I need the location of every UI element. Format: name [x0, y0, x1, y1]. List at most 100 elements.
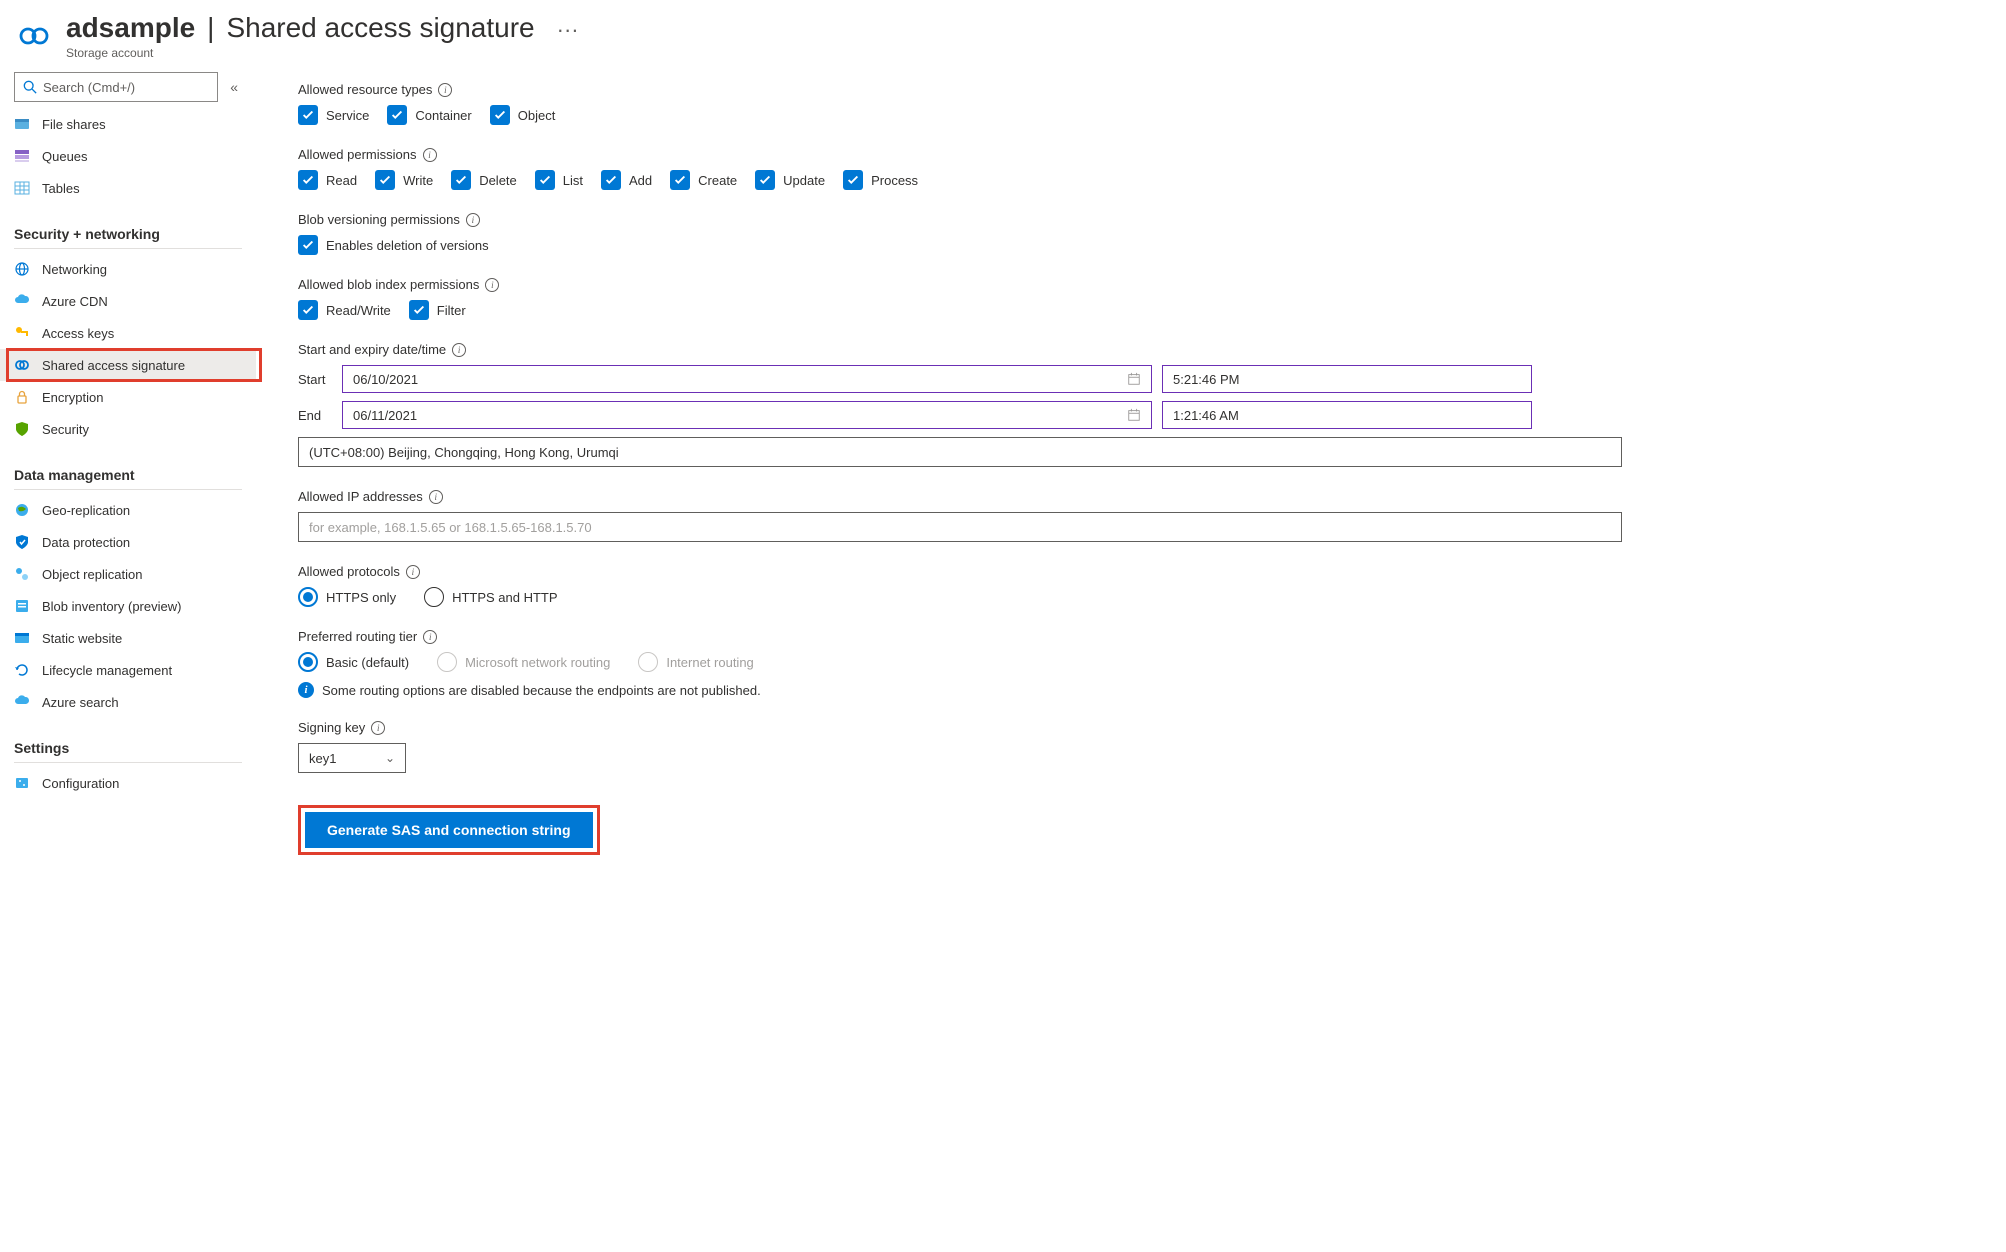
highlight-annotation: Generate SAS and connection string — [298, 805, 600, 855]
label-blob-versioning: Blob versioning permissions — [298, 212, 460, 227]
label-signing-key: Signing key — [298, 720, 365, 735]
sidebar-item-encryption[interactable]: Encryption — [0, 381, 256, 413]
signing-key-select[interactable]: key1 ⌄ — [298, 743, 406, 773]
radio-internet-routing: Internet routing — [638, 652, 753, 672]
info-icon[interactable]: i — [371, 721, 385, 735]
checkbox-create[interactable]: Create — [670, 170, 737, 190]
chevron-down-icon: ⌄ — [385, 751, 395, 765]
sidebar: Search (Cmd+/) « File shares Queues Tabl… — [0, 64, 256, 885]
sidebar-item-configuration[interactable]: Configuration — [0, 767, 256, 799]
account-name: adsample — [66, 12, 195, 44]
checkbox-read[interactable]: Read — [298, 170, 357, 190]
checkbox-index-readwrite[interactable]: Read/Write — [298, 300, 391, 320]
sidebar-item-networking[interactable]: Networking — [0, 253, 256, 285]
sidebar-item-file-shares[interactable]: File shares — [0, 108, 256, 140]
website-icon — [14, 630, 30, 646]
label-start-expiry: Start and expiry date/time — [298, 342, 446, 357]
replication-icon — [14, 566, 30, 582]
checkbox-service[interactable]: Service — [298, 105, 369, 125]
cloud-search-icon — [14, 694, 30, 710]
sidebar-item-queues[interactable]: Queues — [0, 140, 256, 172]
calendar-icon — [1127, 408, 1141, 422]
end-date-input[interactable]: 06/11/2021 — [342, 401, 1152, 429]
checkbox-write[interactable]: Write — [375, 170, 433, 190]
allowed-ip-input[interactable]: for example, 168.1.5.65 or 168.1.5.65-16… — [298, 512, 1622, 542]
sidebar-section-security: Security + networking — [0, 204, 256, 248]
radio-https-and-http[interactable]: HTTPS and HTTP — [424, 587, 557, 607]
info-filled-icon: i — [298, 682, 314, 698]
lifecycle-icon — [14, 662, 30, 678]
sidebar-item-blob-inventory[interactable]: Blob inventory (preview) — [0, 590, 256, 622]
checkbox-container[interactable]: Container — [387, 105, 471, 125]
label-allowed-protocols: Allowed protocols — [298, 564, 400, 579]
sas-header-icon — [16, 18, 52, 54]
queues-icon — [14, 148, 30, 164]
main-content: Allowed resource types i Service Contain… — [256, 64, 2006, 885]
start-time-input[interactable]: 5:21:46 PM — [1162, 365, 1532, 393]
sidebar-item-security[interactable]: Security — [0, 413, 256, 445]
routing-info-message: i Some routing options are disabled beca… — [298, 682, 2006, 698]
sidebar-item-data-protection[interactable]: Data protection — [0, 526, 256, 558]
end-label: End — [298, 408, 332, 423]
generate-sas-button[interactable]: Generate SAS and connection string — [305, 812, 593, 848]
checkbox-delete-versions[interactable]: Enables deletion of versions — [298, 235, 489, 255]
info-icon[interactable]: i — [406, 565, 420, 579]
search-input[interactable]: Search (Cmd+/) — [14, 72, 218, 102]
info-icon[interactable]: i — [423, 148, 437, 162]
inventory-icon — [14, 598, 30, 614]
search-icon — [23, 80, 37, 94]
checkbox-update[interactable]: Update — [755, 170, 825, 190]
radio-microsoft-routing: Microsoft network routing — [437, 652, 610, 672]
sidebar-item-geo-replication[interactable]: Geo-replication — [0, 494, 256, 526]
start-label: Start — [298, 372, 332, 387]
sidebar-item-lifecycle-management[interactable]: Lifecycle management — [0, 654, 256, 686]
checkbox-list[interactable]: List — [535, 170, 583, 190]
info-icon[interactable]: i — [438, 83, 452, 97]
sas-icon — [14, 357, 30, 373]
checkbox-process[interactable]: Process — [843, 170, 918, 190]
checkbox-index-filter[interactable]: Filter — [409, 300, 466, 320]
checkbox-object[interactable]: Object — [490, 105, 556, 125]
radio-https-only[interactable]: HTTPS only — [298, 587, 396, 607]
sidebar-item-static-website[interactable]: Static website — [0, 622, 256, 654]
lock-icon — [14, 389, 30, 405]
info-icon[interactable]: i — [429, 490, 443, 504]
sidebar-item-access-keys[interactable]: Access keys — [0, 317, 256, 349]
sidebar-item-object-replication[interactable]: Object replication — [0, 558, 256, 590]
info-icon[interactable]: i — [466, 213, 480, 227]
info-icon[interactable]: i — [423, 630, 437, 644]
resource-type-subtitle: Storage account — [66, 44, 579, 60]
info-icon[interactable]: i — [452, 343, 466, 357]
globe-icon — [14, 502, 30, 518]
key-icon — [14, 325, 30, 341]
protection-icon — [14, 534, 30, 550]
info-icon[interactable]: i — [485, 278, 499, 292]
sidebar-item-shared-access-signature[interactable]: Shared access signature — [0, 349, 256, 381]
timezone-select[interactable]: (UTC+08:00) Beijing, Chongqing, Hong Kon… — [298, 437, 1622, 467]
cdn-icon — [14, 293, 30, 309]
calendar-icon — [1127, 372, 1141, 386]
sidebar-item-tables[interactable]: Tables — [0, 172, 256, 204]
shield-icon — [14, 421, 30, 437]
config-icon — [14, 775, 30, 791]
sidebar-section-data: Data management — [0, 445, 256, 489]
label-allowed-ip: Allowed IP addresses — [298, 489, 423, 504]
more-menu-icon[interactable]: ··· — [557, 17, 579, 43]
page-title: Shared access signature — [226, 12, 534, 44]
checkbox-delete[interactable]: Delete — [451, 170, 517, 190]
tables-icon — [14, 180, 30, 196]
start-date-input[interactable]: 06/10/2021 — [342, 365, 1152, 393]
label-blob-index: Allowed blob index permissions — [298, 277, 479, 292]
sidebar-section-settings: Settings — [0, 718, 256, 762]
sidebar-item-azure-cdn[interactable]: Azure CDN — [0, 285, 256, 317]
sidebar-item-azure-search[interactable]: Azure search — [0, 686, 256, 718]
networking-icon — [14, 261, 30, 277]
end-time-input[interactable]: 1:21:46 AM — [1162, 401, 1532, 429]
page-header: adsample | Shared access signature ··· S… — [0, 0, 2006, 64]
checkbox-add[interactable]: Add — [601, 170, 652, 190]
label-allowed-resource-types: Allowed resource types — [298, 82, 432, 97]
label-allowed-permissions: Allowed permissions — [298, 147, 417, 162]
radio-basic-routing[interactable]: Basic (default) — [298, 652, 409, 672]
label-routing-tier: Preferred routing tier — [298, 629, 417, 644]
collapse-sidebar-icon[interactable]: « — [226, 75, 242, 99]
